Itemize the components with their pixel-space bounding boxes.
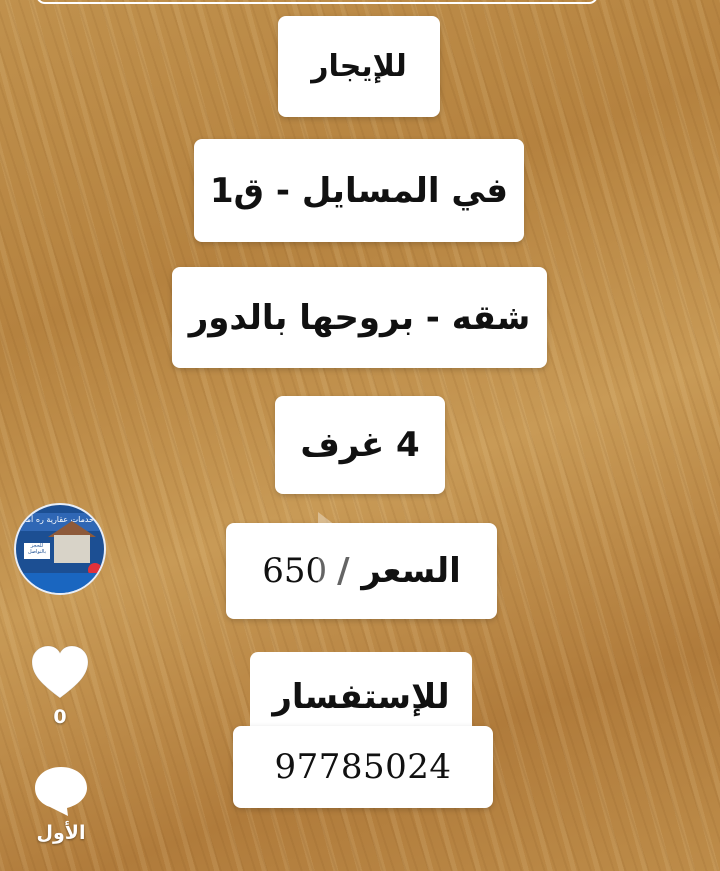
- house-icon: [54, 535, 90, 563]
- top-border-strip: [36, 0, 598, 4]
- card-location: في المسايل - ق1: [194, 139, 524, 242]
- like-count: 0: [53, 706, 67, 728]
- for-rent-text: للإيجار: [311, 49, 407, 84]
- play-icon[interactable]: [318, 512, 378, 604]
- avatar-bottom-bar: [16, 573, 104, 593]
- rooms-text: 4 غرف: [300, 425, 420, 465]
- heart-icon[interactable]: [30, 644, 90, 700]
- card-property-type: شقه - بروحها بالدور: [172, 267, 547, 368]
- avatar[interactable]: خدمات عقارية ره أملاك الغيز للحجز بالتوا…: [14, 503, 106, 595]
- comment-icon[interactable]: [32, 764, 90, 818]
- card-phone: 97785024: [233, 726, 493, 808]
- phone-number: 97785024: [274, 747, 452, 787]
- avatar-info-box: للحجز بالتواصل: [24, 543, 50, 559]
- inquiry-label: للإستفسار: [272, 677, 450, 717]
- card-for-rent: للإيجار: [278, 16, 440, 117]
- card-rooms: 4 غرف: [275, 396, 445, 494]
- property-type-text: شقه - بروحها بالدور: [188, 297, 531, 338]
- comment-label: الأول: [36, 822, 86, 844]
- location-text: في المسايل - ق1: [209, 170, 509, 211]
